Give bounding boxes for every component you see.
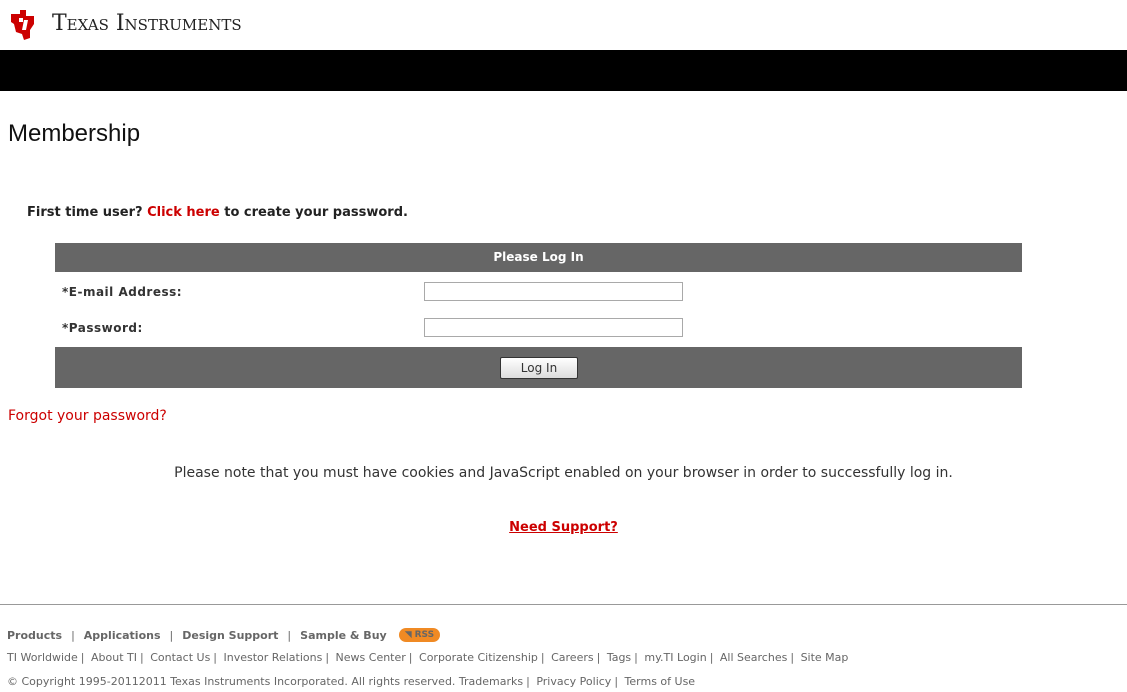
footer-link-terms-of-use[interactable]: Terms of Use: [625, 675, 696, 688]
footer-separator: |: [71, 628, 75, 642]
rss-icon: ◥: [404, 630, 412, 640]
footer-separator: |: [169, 628, 174, 642]
footer-link-site-map[interactable]: Site Map: [801, 651, 849, 664]
footer-link-trademarks[interactable]: Trademarks: [459, 675, 523, 688]
footer-separator: |: [140, 651, 144, 664]
forgot-password-link[interactable]: Forgot your password?: [8, 408, 167, 424]
login-button[interactable]: Log In: [500, 357, 578, 379]
copyright-line: © Copyright 1995-20112011 Texas Instrume…: [7, 675, 695, 688]
footer-separator: |: [325, 651, 330, 664]
footer-separator: |: [287, 628, 292, 642]
footer-separator: |: [790, 651, 795, 664]
footer-link-design-support[interactable]: Design Support: [182, 629, 278, 642]
footer-link-corporate-citizenship[interactable]: Corporate Citizenship: [419, 651, 538, 664]
first-time-user-text: First time user? Click here to create yo…: [27, 205, 408, 220]
footer-separator: |: [634, 651, 638, 664]
first-time-suffix: to create your password.: [224, 205, 408, 220]
need-support-link[interactable]: Need Support?: [509, 520, 618, 535]
copyright-text: © Copyright 1995-20112011 Texas Instrume…: [7, 675, 456, 688]
footer-link-about-ti[interactable]: About TI: [91, 651, 137, 664]
footer-link-careers[interactable]: Careers: [551, 651, 594, 664]
footer-primary-links: Products | Applications | Design Support…: [7, 628, 441, 642]
cookie-notice: Please note that you must have cookies a…: [174, 465, 953, 481]
brand-name[interactable]: Texas Instruments: [52, 11, 242, 36]
footer-link-news-center[interactable]: News Center: [336, 651, 406, 664]
footer-link-privacy-policy[interactable]: Privacy Policy: [536, 675, 611, 688]
footer-link-investor-relations[interactable]: Investor Relations: [224, 651, 323, 664]
email-input[interactable]: [424, 282, 683, 301]
site-header: Texas Instruments: [0, 0, 1127, 50]
navigation-bar: [0, 50, 1127, 91]
support-wrapper: Need Support?: [0, 520, 1127, 535]
footer-separator: |: [709, 651, 714, 664]
password-label: *Password:: [62, 321, 143, 335]
footer-divider: [0, 604, 1127, 605]
page-title: Membership: [8, 120, 141, 147]
password-input[interactable]: [424, 318, 683, 337]
footer-link-my-ti-login[interactable]: my.TI Login: [644, 651, 706, 664]
footer-link-applications[interactable]: Applications: [84, 629, 161, 642]
footer-link-tags[interactable]: Tags: [607, 651, 631, 664]
footer-link-sample-buy[interactable]: Sample & Buy: [300, 629, 387, 642]
footer-separator: |: [80, 651, 85, 664]
create-password-link[interactable]: Click here: [147, 205, 220, 220]
login-heading: Please Log In: [55, 243, 1022, 272]
ti-logo-icon[interactable]: [8, 8, 38, 42]
footer-link-all-searches[interactable]: All Searches: [720, 651, 787, 664]
rss-button[interactable]: ◥ RSS: [398, 628, 441, 642]
footer-separator: |: [526, 675, 530, 688]
footer-separator: |: [614, 675, 619, 688]
footer-secondary-links: TI Worldwide | About TI | Contact Us | Inve…: [7, 651, 848, 664]
footer-separator: |: [596, 651, 601, 664]
login-button-bar: Log In: [55, 347, 1022, 388]
footer-link-products[interactable]: Products: [7, 629, 62, 642]
email-label: *E-mail Address:: [62, 285, 183, 299]
footer-link-contact-us[interactable]: Contact Us: [150, 651, 210, 664]
footer-link-ti-worldwide[interactable]: TI Worldwide: [7, 651, 78, 664]
rss-label: RSS: [414, 630, 435, 640]
login-panel: Please Log In *E-mail Address: *Password…: [55, 243, 1022, 388]
first-time-prefix: First time user?: [27, 205, 143, 220]
footer-separator: |: [408, 651, 413, 664]
footer-separator: |: [540, 651, 545, 664]
footer-separator: |: [213, 651, 218, 664]
